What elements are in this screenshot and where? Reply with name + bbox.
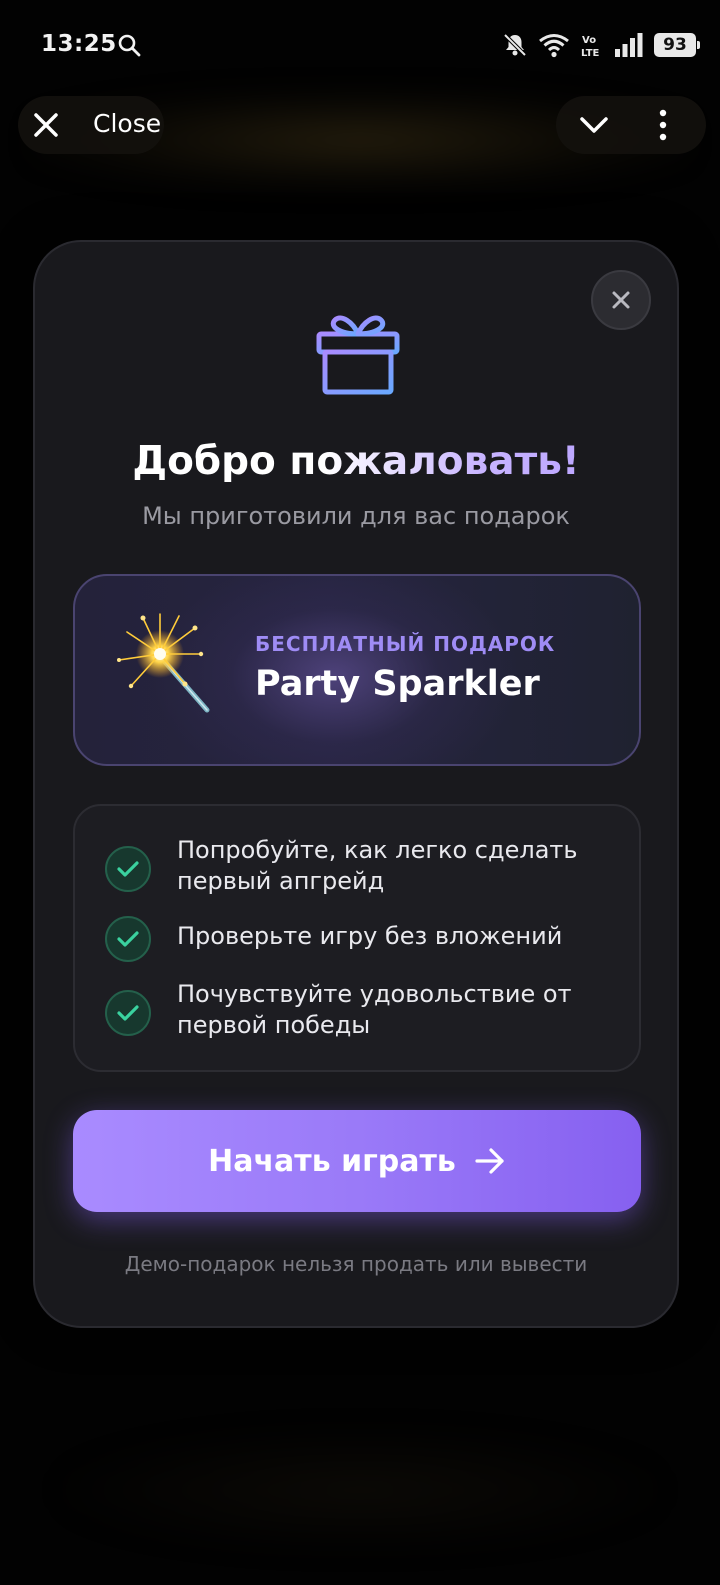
benefits-list: Попробуйте, как легко сделать первый апг…: [73, 804, 641, 1072]
welcome-subtitle: Мы приготовили для вас подарок: [142, 502, 570, 530]
status-icons: Vo LTE 93: [502, 30, 700, 60]
screen: 13:25 Vo LTE 93 Close Добро пожаловать! …: [0, 0, 720, 1585]
check-icon: [105, 846, 151, 892]
welcome-title: Добро пожаловать!: [35, 438, 677, 486]
search-icon: [118, 34, 141, 57]
close-icon: [34, 113, 58, 137]
signal-icon: [615, 33, 643, 57]
gift-card-label: БЕСПЛАТНЫЙ ПОДАРОК: [255, 632, 556, 656]
welcome-gift-modal: Добро пожаловать! Мы приготовили для вас…: [33, 240, 679, 1328]
check-icon: [105, 916, 151, 962]
start-playing-label: Начать играть: [208, 1143, 456, 1179]
disclaimer: Демо-подарок нельзя продать или вывести: [124, 1252, 588, 1276]
close-label: Close: [93, 109, 162, 138]
arrow-right-icon: [475, 1148, 504, 1174]
backdrop-glow-bottom: [60, 1430, 660, 1550]
battery-level: 93: [663, 35, 687, 55]
gift-icon: [316, 315, 400, 395]
wifi-icon: [539, 34, 569, 58]
sparkler-icon: [117, 613, 210, 713]
status-time: 13:25: [41, 31, 117, 57]
mute-icon: [503, 33, 527, 57]
check-icon: [105, 990, 151, 1036]
modal-close-button[interactable]: [591, 270, 651, 330]
gift-card-name: Party Sparkler: [255, 664, 540, 704]
app-menu-pill: [556, 96, 706, 154]
start-playing-button[interactable]: Начать играть: [73, 1110, 641, 1212]
more-vertical-icon[interactable]: [651, 108, 675, 142]
close-button[interactable]: Close: [18, 96, 164, 154]
benefit-text: Проверьте игру без вложений: [177, 922, 563, 950]
battery-icon: 93: [654, 33, 700, 57]
benefit-text: Попробуйте, как легко сделать первый апг…: [177, 836, 578, 895]
gift-card: БЕСПЛАТНЫЙ ПОДАРОК Party Sparkler: [73, 574, 641, 766]
chevron-down-icon[interactable]: [578, 110, 610, 140]
benefit-text: Почувствуйте удовольствие от первой побе…: [177, 980, 572, 1039]
svg-text:Vo: Vo: [582, 35, 596, 46]
status-bar: 13:25 Vo LTE 93: [0, 0, 720, 92]
svg-text:LTE: LTE: [581, 48, 600, 58]
volte-icon: Vo LTE: [581, 35, 600, 58]
close-icon: [612, 291, 630, 309]
